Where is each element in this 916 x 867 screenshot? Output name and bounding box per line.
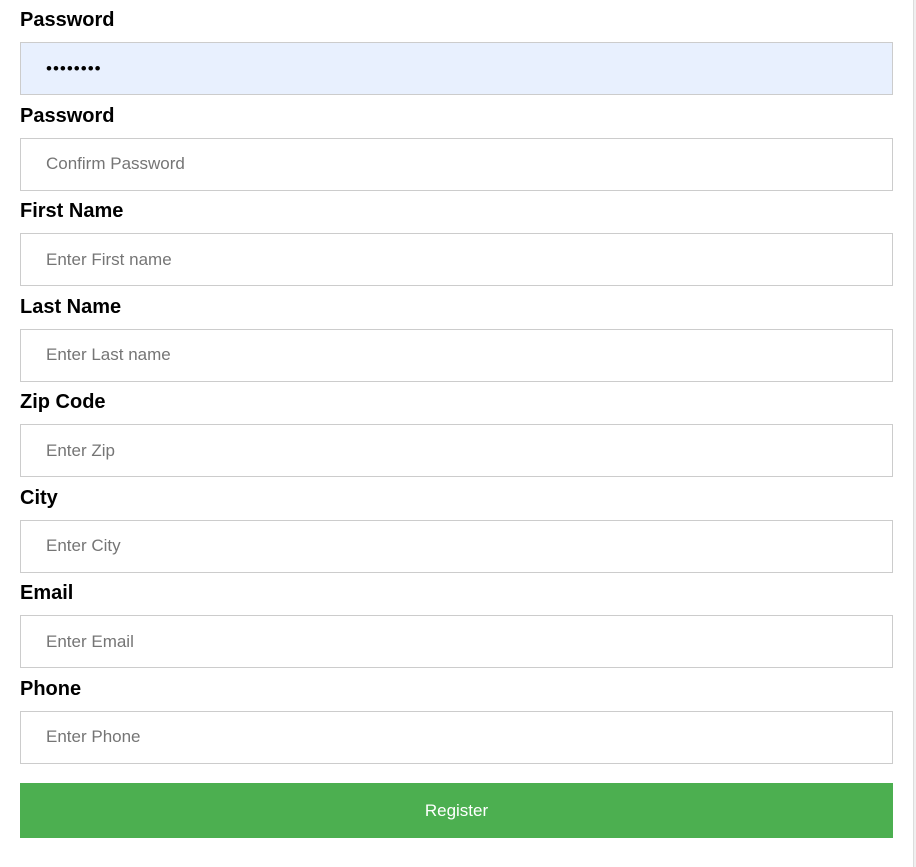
first-name-input[interactable] (20, 233, 893, 286)
zip-label: Zip Code (20, 391, 106, 413)
register-button[interactable]: Register (20, 783, 893, 838)
phone-field-group: Phone (20, 669, 893, 765)
password-input[interactable] (20, 42, 893, 95)
confirm-password-label: Password (20, 104, 115, 127)
phone-label: Phone (20, 677, 82, 700)
last-name-label: Last Name (20, 295, 122, 318)
phone-input[interactable] (20, 710, 893, 764)
first-name-label: First Name (20, 200, 124, 222)
confirm-password-field-group: Password (20, 96, 893, 192)
registration-form: Password Password First Name Last Name Z… (20, 0, 893, 764)
password-label: Password (20, 9, 115, 31)
zip-input[interactable] (20, 424, 893, 477)
zip-field-group: Zip Code (20, 382, 893, 478)
city-label: City (20, 486, 58, 509)
last-name-input[interactable] (20, 328, 893, 382)
email-field-group: Email (20, 573, 893, 669)
password-field-group: Password (20, 0, 893, 96)
email-label: Email (20, 582, 74, 604)
email-input[interactable] (20, 615, 893, 668)
city-field-group: City (20, 478, 893, 574)
registration-page: Password Password First Name Last Name Z… (0, 0, 916, 867)
last-name-field-group: Last Name (20, 287, 893, 383)
confirm-password-input[interactable] (20, 137, 893, 191)
first-name-field-group: First Name (20, 191, 893, 287)
city-input[interactable] (20, 519, 893, 573)
